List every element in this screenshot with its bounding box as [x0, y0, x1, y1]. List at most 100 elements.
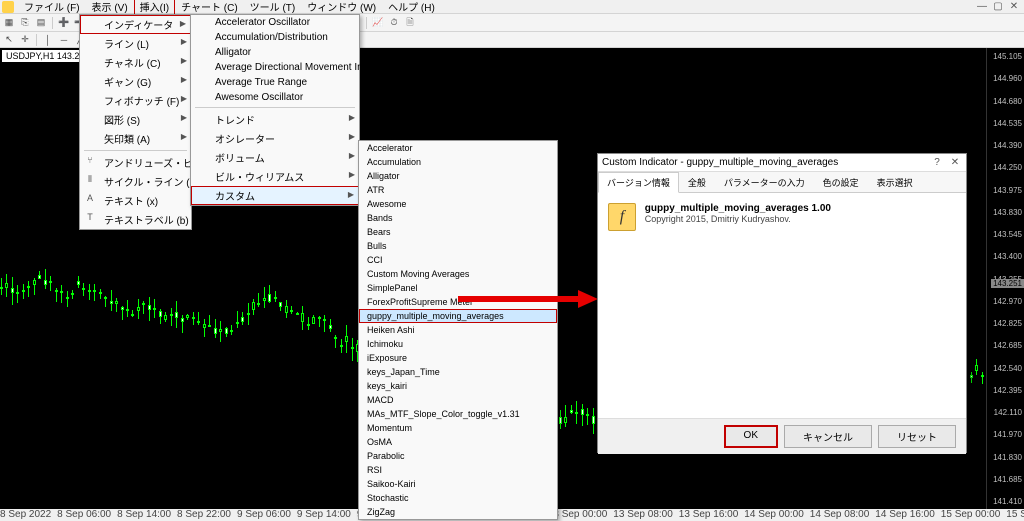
custom-indicator-item[interactable]: keys_Japan_Time [359, 365, 557, 379]
tb-indicators-icon[interactable]: 📈 [371, 16, 385, 30]
menu-item-label: ビル・ウィリアムス [215, 173, 304, 184]
time-tick: 13 Sep 16:00 [679, 509, 739, 521]
custom-indicator-item[interactable]: OsMA [359, 435, 557, 449]
menu-tool[interactable]: ツール (T) [244, 0, 302, 15]
insert-menu-item[interactable]: 矢印類 (A)▶ [80, 129, 191, 148]
insert-menu-item[interactable]: A テキスト (x) [80, 191, 191, 210]
app-icon [2, 1, 14, 13]
menu-item-label: テキストラベル (b) [104, 216, 189, 227]
insert-menu-item[interactable]: ギャン (G)▶ [80, 72, 191, 91]
custom-indicator-item[interactable]: Accumulation [359, 155, 557, 169]
indicator-menu-item[interactable]: Awesome Oscillator [191, 90, 359, 105]
menu-item-label: テキスト (x) [104, 197, 158, 208]
price-tick: 145.105 [993, 52, 1022, 61]
insert-menu-item[interactable]: Tテキストラベル (b) [80, 210, 191, 229]
indicator-menu-item[interactable]: オシレーター ▶ [191, 129, 359, 148]
custom-indicator-item[interactable]: MACD [359, 393, 557, 407]
custom-indicator-item[interactable]: Awesome [359, 197, 557, 211]
custom-indicator-item[interactable]: Bears [359, 225, 557, 239]
insert-menu-item[interactable]: ライン (L)▶ [80, 34, 191, 53]
tb-new-icon[interactable]: ▦ [2, 16, 16, 30]
menu-help[interactable]: ヘルプ (H) [382, 0, 441, 15]
insert-menu-item[interactable]: ⦀サイクル・ライン (Y) [80, 172, 191, 191]
menu-item-label: トレンド [215, 116, 255, 127]
annotation-arrow [458, 290, 598, 308]
insert-menu-item[interactable]: チャネル (C)▶ [80, 53, 191, 72]
dialog-close-icon[interactable]: ✕ [948, 157, 962, 168]
insert-menu-item[interactable]: ⑂アンドリューズ・ピッチフォーク (A) [80, 153, 191, 172]
menu-item-label: オシレーター [215, 135, 275, 146]
close-icon[interactable]: ✕ [1008, 1, 1020, 12]
custom-indicator-item[interactable]: guppy_multiple_moving_averages [359, 309, 557, 323]
minimize-icon[interactable]: — [976, 1, 988, 12]
dialog-tab[interactable]: 全般 [679, 172, 715, 192]
menu-item-icon: ⦀ [84, 174, 96, 185]
menu-item-label: フィボナッチ (F) [104, 97, 179, 108]
menu-item-icon: A [84, 193, 96, 203]
time-tick: 15 Sep 08:00 [1006, 509, 1024, 521]
custom-indicator-item[interactable]: Custom Moving Averages [359, 267, 557, 281]
indicator-menu-item[interactable]: Average True Range [191, 75, 359, 90]
menu-item-label: Average True Range [215, 77, 307, 88]
price-tick: 143.830 [993, 208, 1022, 217]
indicator-menu-item[interactable]: Accumulation/Distribution [191, 30, 359, 45]
menu-insert[interactable]: 挿入(I) [134, 0, 175, 15]
custom-indicator-item[interactable]: ATR [359, 183, 557, 197]
custom-indicator-item[interactable]: Bulls [359, 239, 557, 253]
dialog-tab[interactable]: パラメーターの入力 [715, 172, 814, 192]
indicator-menu-item[interactable]: Alligator [191, 45, 359, 60]
cancel-button[interactable]: キャンセル [784, 425, 872, 448]
custom-indicator-item[interactable]: ZigZag [359, 505, 557, 519]
dialog-tab[interactable]: 表示選択 [868, 172, 922, 192]
menu-chart[interactable]: チャート (C) [175, 0, 244, 15]
indicator-menu-item[interactable]: トレンド▶ [191, 110, 359, 129]
price-tick: 143.400 [993, 252, 1022, 261]
custom-indicator-item[interactable]: RSI [359, 463, 557, 477]
custom-indicator-item[interactable]: Parabolic [359, 449, 557, 463]
menu-view[interactable]: 表示 (V) [86, 0, 134, 15]
tb-template-icon[interactable]: 🗎 [403, 16, 417, 30]
indicator-menu-item[interactable]: Accelerator Oscillator [191, 15, 359, 30]
indicator-menu-item[interactable]: ビル・ウィリアムス▶ [191, 167, 359, 186]
tb-profiles-icon[interactable]: ▤ [34, 16, 48, 30]
submenu-arrow-icon: ▶ [349, 132, 355, 141]
custom-indicator-item[interactable]: Saikoo-Kairi [359, 477, 557, 491]
custom-indicator-item[interactable]: Bands [359, 211, 557, 225]
custom-indicator-item[interactable]: Ichimoku [359, 337, 557, 351]
vline-icon[interactable]: │ [41, 33, 55, 47]
custom-indicator-item[interactable]: iExposure [359, 351, 557, 365]
time-tick: 14 Sep 08:00 [810, 509, 870, 521]
insert-menu-item[interactable]: 図形 (S)▶ [80, 110, 191, 129]
cursor-icon[interactable]: ↖ [2, 33, 16, 47]
custom-indicator-item[interactable]: Alligator [359, 169, 557, 183]
price-tick: 144.960 [993, 74, 1022, 83]
insert-menu-item[interactable]: インディケータ▶ [80, 15, 191, 34]
menu-item-label: サイクル・ライン (Y) [104, 178, 200, 189]
reset-button[interactable]: リセット [878, 425, 956, 448]
custom-indicator-item[interactable]: CCI [359, 253, 557, 267]
hline-icon[interactable]: ─ [57, 33, 71, 47]
price-tick: 141.685 [993, 475, 1022, 484]
insert-menu-item[interactable]: フィボナッチ (F)▶ [80, 91, 191, 110]
indicator-menu-item[interactable]: ボリューム▶ [191, 148, 359, 167]
custom-indicator-item[interactable]: keys_kairi [359, 379, 557, 393]
menu-window[interactable]: ウィンドウ (W) [301, 0, 382, 15]
custom-indicator-item[interactable]: Stochastic [359, 491, 557, 505]
dialog-tab[interactable]: 色の設定 [814, 172, 868, 192]
ok-button[interactable]: OK [724, 425, 778, 448]
custom-indicator-item[interactable]: Accelerator [359, 141, 557, 155]
custom-indicator-item[interactable]: MAs_MTF_Slope_Color_toggle_v1.31 [359, 407, 557, 421]
custom-indicator-item[interactable]: Heiken Ashi [359, 323, 557, 337]
tb-cross-icon[interactable]: ➕ [57, 16, 71, 30]
tb-open-icon[interactable]: ⎘ [18, 16, 32, 30]
tb-period-icon[interactable]: ⏱ [387, 16, 401, 30]
dialog-tab[interactable]: バージョン情報 [598, 172, 679, 193]
dialog-help-icon[interactable]: ? [930, 157, 944, 168]
crosshair-icon[interactable]: ✛ [18, 33, 32, 47]
maximize-icon[interactable]: ▢ [992, 1, 1004, 12]
custom-indicator-item[interactable]: Momentum [359, 421, 557, 435]
submenu-arrow-icon: ▶ [181, 75, 187, 84]
menu-file[interactable]: ファイル (F) [18, 0, 86, 15]
indicator-menu-item[interactable]: Average Directional Movement Index [191, 60, 359, 75]
indicator-menu-item[interactable]: カスタム▶ [191, 186, 359, 205]
